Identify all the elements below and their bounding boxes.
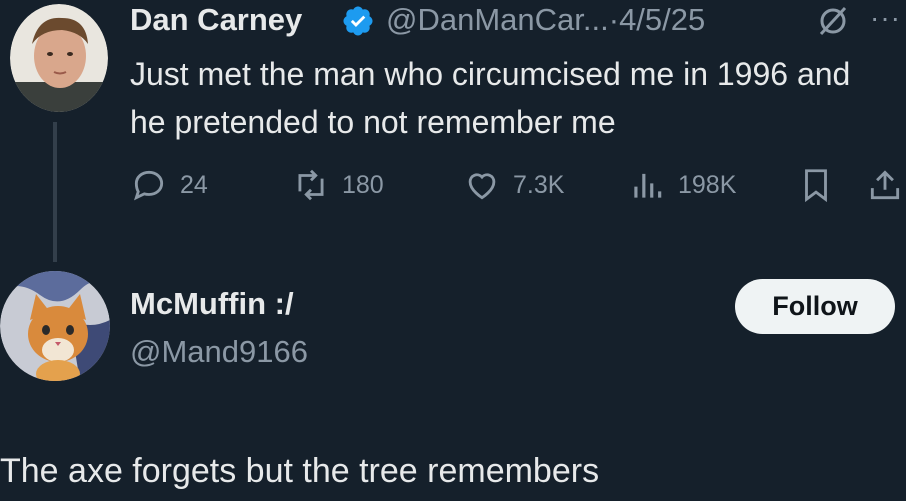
- views-chart-icon: [634, 173, 662, 198]
- author-handle-and-date[interactable]: @DanManCar...·4/5/25: [386, 2, 705, 38]
- separator-dot: ·: [608, 2, 620, 37]
- reply-text: The axe forgets but the tree remembers: [0, 452, 600, 490]
- author-name[interactable]: Dan Carney: [130, 2, 302, 38]
- like-button[interactable]: 7.3K: [463, 165, 564, 205]
- repost-count: 180: [342, 170, 384, 199]
- profile-handle[interactable]: @Mand9166: [130, 334, 308, 370]
- tweet-date[interactable]: 4/5/25: [619, 2, 705, 37]
- share-icon: [870, 170, 900, 200]
- more-options-icon[interactable]: ···: [870, 2, 901, 34]
- tweet-text: Just met the man who circumcised me in 1…: [130, 56, 851, 140]
- reply-count: 24: [180, 170, 208, 199]
- reply-button[interactable]: 24: [130, 165, 208, 205]
- author-handle[interactable]: @DanManCar...: [386, 2, 609, 37]
- view-count: 198K: [678, 170, 737, 199]
- bookmark-button[interactable]: [797, 165, 847, 205]
- reply-icon: [133, 170, 164, 201]
- thread-connector-line: [53, 122, 57, 262]
- grok-icon[interactable]: [816, 4, 850, 38]
- share-button[interactable]: [866, 165, 906, 205]
- author-avatar[interactable]: [10, 4, 108, 112]
- follow-button[interactable]: Follow: [735, 279, 895, 334]
- views-button[interactable]: 198K: [628, 165, 736, 205]
- profile-avatar[interactable]: [0, 270, 110, 382]
- bookmark-icon: [805, 169, 827, 203]
- heart-icon: [468, 173, 496, 200]
- profile-name[interactable]: McMuffin :/: [130, 286, 294, 322]
- repost-button[interactable]: 180: [292, 165, 384, 205]
- repost-icon: [298, 169, 324, 201]
- verified-badge-icon: [341, 4, 375, 38]
- like-count: 7.3K: [513, 170, 565, 199]
